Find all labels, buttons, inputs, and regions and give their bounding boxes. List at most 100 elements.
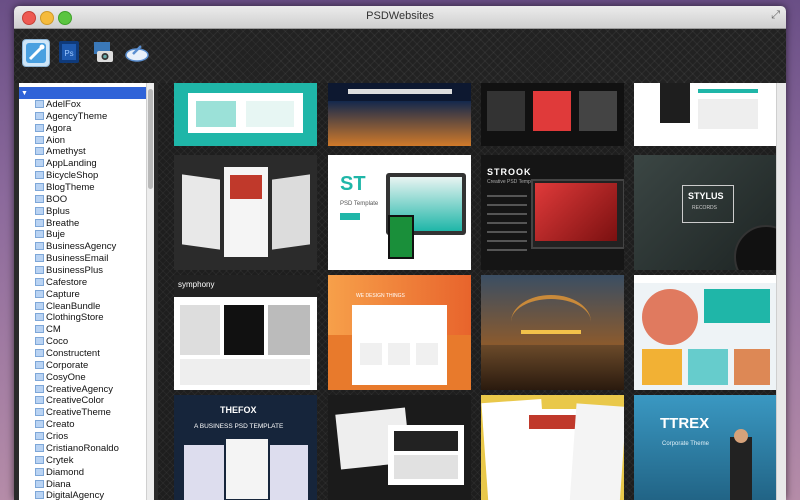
- window-title: PSDWebsites: [366, 10, 434, 22]
- folder-icon: [35, 313, 44, 322]
- tree-item[interactable]: CreativeAgency: [19, 384, 119, 396]
- fullscreen-icon[interactable]: ⤢: [771, 9, 780, 22]
- thumbnail[interactable]: [328, 395, 471, 500]
- tree-item[interactable]: AgencyTheme: [19, 111, 119, 123]
- tree-item-label: Agora: [46, 122, 72, 134]
- tree-item[interactable]: DigitalAgency: [19, 490, 119, 500]
- folder-icon: [35, 266, 44, 275]
- folder-icon: [35, 455, 44, 464]
- thumbnail[interactable]: [174, 83, 317, 146]
- toolbar-button-photoshop[interactable]: Ps: [56, 39, 82, 65]
- tree-item[interactable]: CM: [19, 324, 119, 336]
- folder-icon: [35, 372, 44, 381]
- tree-item-label: CristianoRonaldo: [46, 442, 119, 454]
- thumbnail[interactable]: [634, 275, 776, 390]
- toolbar-button-photo[interactable]: [90, 39, 116, 65]
- thumbnail[interactable]: THEFOX A BUSINESS PSD TEMPLATE: [174, 395, 317, 500]
- tree-item-label: Bplus: [46, 205, 70, 217]
- main-scrollbar[interactable]: [776, 83, 786, 500]
- tree-item-label: BusinessEmail: [46, 253, 109, 265]
- thumbnail[interactable]: [174, 155, 317, 270]
- thumbnail[interactable]: [634, 83, 776, 146]
- tree-item[interactable]: Agora: [19, 123, 119, 135]
- tree-item[interactable]: Diana: [19, 479, 119, 491]
- folder-icon: [35, 183, 44, 192]
- folder-icon: [35, 206, 44, 215]
- tree-item-label: CM: [46, 324, 61, 336]
- folder-icon: [35, 230, 44, 239]
- tree-item-label: Diamond: [46, 466, 85, 478]
- folder-icon: [35, 432, 44, 441]
- tree-item[interactable]: Constructent: [19, 348, 119, 360]
- thumbnail[interactable]: [481, 275, 624, 390]
- tree-item[interactable]: Amethyst: [19, 146, 119, 158]
- photoshop-icon: Ps: [59, 41, 79, 63]
- thumbnail[interactable]: [481, 395, 624, 500]
- svg-text:Ps: Ps: [64, 49, 73, 58]
- tree-item[interactable]: Crytek: [19, 455, 119, 467]
- tree-item-label: BicycleShop: [46, 170, 99, 182]
- tree-item[interactable]: CristianoRonaldo: [19, 443, 119, 455]
- tree-item[interactable]: CreativeTheme: [19, 407, 119, 419]
- tree-item[interactable]: Crios: [19, 431, 119, 443]
- tree-item[interactable]: BusinessAgency: [19, 241, 119, 253]
- tree-item[interactable]: Creato: [19, 419, 119, 431]
- tree-item[interactable]: BusinessEmail: [19, 253, 119, 265]
- sidebar-scrollbar[interactable]: [146, 83, 154, 500]
- tree-item[interactable]: ClothingStore: [19, 312, 119, 324]
- sidebar-scrollbar-thumb[interactable]: [148, 89, 153, 189]
- tree-item-label: CosyOne: [46, 371, 86, 383]
- tree-item-label: Coco: [46, 336, 69, 348]
- thumbnail-title: STYLUS: [688, 191, 724, 201]
- tree-item[interactable]: CleanBundle: [19, 301, 119, 313]
- tree-item[interactable]: AppLanding: [19, 158, 119, 170]
- tree-item[interactable]: CosyOne: [19, 372, 119, 384]
- tree-item[interactable]: BOO: [19, 194, 119, 206]
- tree-list: AdelFox AgencyTheme Agora Aion Amethyst AppLa…: [19, 99, 119, 500]
- tree-item[interactable]: BusinessPlus: [19, 265, 119, 277]
- tree-item-label: DigitalAgency: [46, 490, 105, 500]
- thumbnail[interactable]: STROOK Creative PSD Template: [481, 155, 624, 270]
- thumbnail[interactable]: WE DESIGN THINGS: [328, 275, 471, 390]
- toolbar-button-preview[interactable]: [124, 39, 150, 65]
- tree-item[interactable]: AdelFox: [19, 99, 119, 111]
- thumbnail-title: ST: [340, 173, 366, 195]
- folder-icon: [35, 479, 44, 488]
- tree-item[interactable]: Diamond: [19, 467, 119, 479]
- tree-item[interactable]: Cafestore: [19, 277, 119, 289]
- tree-item[interactable]: Bplus: [19, 206, 119, 218]
- tree-item[interactable]: CreativeColor: [19, 395, 119, 407]
- tree-item[interactable]: BlogTheme: [19, 182, 119, 194]
- tree-item-label: Constructent: [46, 348, 100, 360]
- thumbnail[interactable]: [481, 83, 624, 146]
- thumbnail[interactable]: [328, 83, 471, 146]
- tree-item-label: Aion: [46, 134, 66, 146]
- thumbnail-subtitle: PSD Template: [340, 201, 379, 207]
- toolbar-button-xcode[interactable]: [22, 39, 50, 67]
- tree-item[interactable]: Breathe: [19, 218, 119, 230]
- thumbnail[interactable]: ST PSD Template: [328, 155, 471, 270]
- tree-item-label: AdelFox: [46, 99, 81, 110]
- tree-item-label: BusinessPlus: [46, 265, 104, 277]
- tree-item[interactable]: BicycleShop: [19, 170, 119, 182]
- tree-item-label: Amethyst: [46, 146, 86, 158]
- tree-item[interactable]: Corporate: [19, 360, 119, 372]
- thumbnail-title: STROOK: [487, 167, 532, 177]
- tree-item[interactable]: Coco: [19, 336, 119, 348]
- thumbnail-subtitle: A BUSINESS PSD TEMPLATE: [194, 423, 284, 430]
- tree-item[interactable]: Capture: [19, 289, 119, 301]
- tree-item-label: BOO: [46, 193, 68, 205]
- tree-root-item[interactable]: ▼PhotoshopWebsitesThemes: [19, 87, 148, 111]
- tree-item[interactable]: Buje: [19, 229, 119, 241]
- thumbnail[interactable]: symphony: [174, 275, 317, 390]
- folder-icon: [35, 337, 44, 346]
- tree-item-label: Corporate: [46, 359, 89, 371]
- tree-item-label: Crytek: [46, 454, 74, 466]
- thumbnail[interactable]: STYLUS RECORDS: [634, 155, 776, 270]
- tree-item-label: Buje: [46, 229, 66, 241]
- folder-icon: [35, 408, 44, 417]
- tree-item-label: Diana: [46, 478, 71, 490]
- thumbnail[interactable]: TTREX Corporate Theme: [634, 395, 776, 500]
- tree-item[interactable]: Aion: [19, 135, 119, 147]
- folder-icon: [35, 100, 44, 108]
